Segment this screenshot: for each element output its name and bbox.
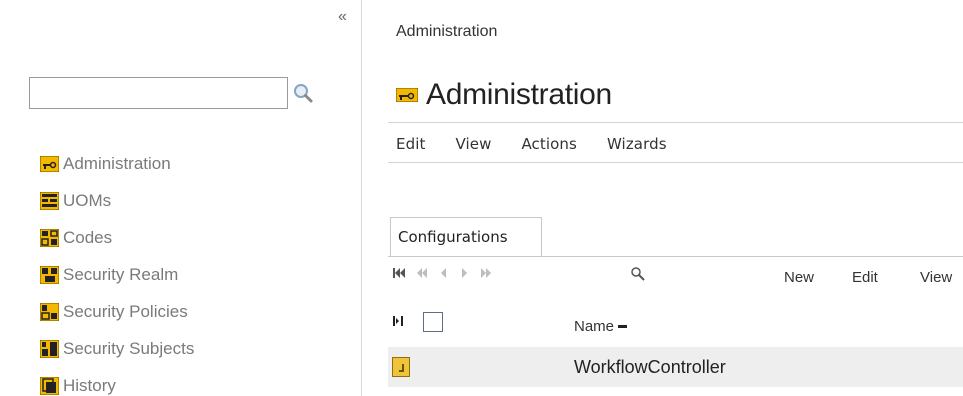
sidebar-item-label: Security Realm [63,265,179,284]
menu-edit[interactable]: Edit [396,135,425,153]
search-input[interactable] [29,77,288,109]
column-resize-icon[interactable] [392,315,404,330]
divider [388,256,963,257]
breadcrumb[interactable]: Administration [396,23,497,41]
sidebar-item-history[interactable]: History [40,374,194,396]
sidebar-item-label: Codes [63,228,113,247]
table-toolbar: New Edit View [388,263,963,287]
sidebar-item-label: History [63,376,116,395]
sidebar-item-security-realm[interactable]: Security Realm [40,263,194,287]
search-icon[interactable] [288,78,318,108]
sidebar-item-label: Security Subjects [63,339,195,358]
key-icon [396,88,418,102]
collapse-sidebar-button[interactable]: « [338,9,347,25]
history-icon [40,377,59,395]
view-button[interactable]: View [920,269,952,286]
divider [388,122,963,123]
column-header-name[interactable]: Name [574,318,628,335]
tab-configurations[interactable]: Configurations [390,217,542,257]
menu-wizards[interactable]: Wizards [607,135,667,153]
configuration-icon [392,357,410,377]
table-row[interactable]: WorkflowController [388,347,963,387]
security-realm-icon [40,266,59,284]
menu-bar: Edit View Actions Wizards [396,135,697,153]
sidebar-item-label: Security Policies [63,302,188,321]
security-subjects-icon [40,340,59,358]
select-all-checkbox[interactable] [423,312,443,332]
sidebar-item-label: UOMs [63,191,112,210]
previous-icon[interactable] [440,267,448,282]
sidebar-item-security-subjects[interactable]: Security Subjects [40,337,194,361]
sidebar-item-administration[interactable]: Administration [40,152,194,176]
sidebar-item-security-policies[interactable]: Security Policies [40,300,194,324]
new-button[interactable]: New [784,269,814,286]
sidebar: « Administration UOMs Codes Security Rea… [0,0,362,396]
last-page-icon[interactable] [480,267,492,282]
codes-icon [40,229,59,247]
security-policies-icon [40,303,59,321]
search-icon[interactable] [630,266,646,287]
first-page-icon[interactable] [393,267,405,282]
sidebar-item-codes[interactable]: Codes [40,226,194,250]
sidebar-item-uoms[interactable]: UOMs [40,189,194,213]
page-header: Administration [396,78,612,112]
main-content: Administration Administration Edit View … [363,0,963,396]
edit-button[interactable]: Edit [852,269,878,286]
sort-indicator-icon[interactable] [618,325,628,328]
divider [388,162,963,163]
next-icon[interactable] [460,267,468,282]
column-header-label: Name [574,318,615,335]
uom-icon [40,192,59,210]
sidebar-item-label: Administration [63,154,171,173]
previous-page-icon[interactable] [416,267,428,282]
key-icon [40,156,59,172]
sidebar-nav: Administration UOMs Codes Security Realm… [40,152,194,396]
row-name-cell[interactable]: WorkflowController [574,357,726,378]
page-title: Administration [426,78,612,111]
menu-view[interactable]: View [455,135,491,153]
menu-actions[interactable]: Actions [521,135,577,153]
table-header: Name [388,302,963,346]
